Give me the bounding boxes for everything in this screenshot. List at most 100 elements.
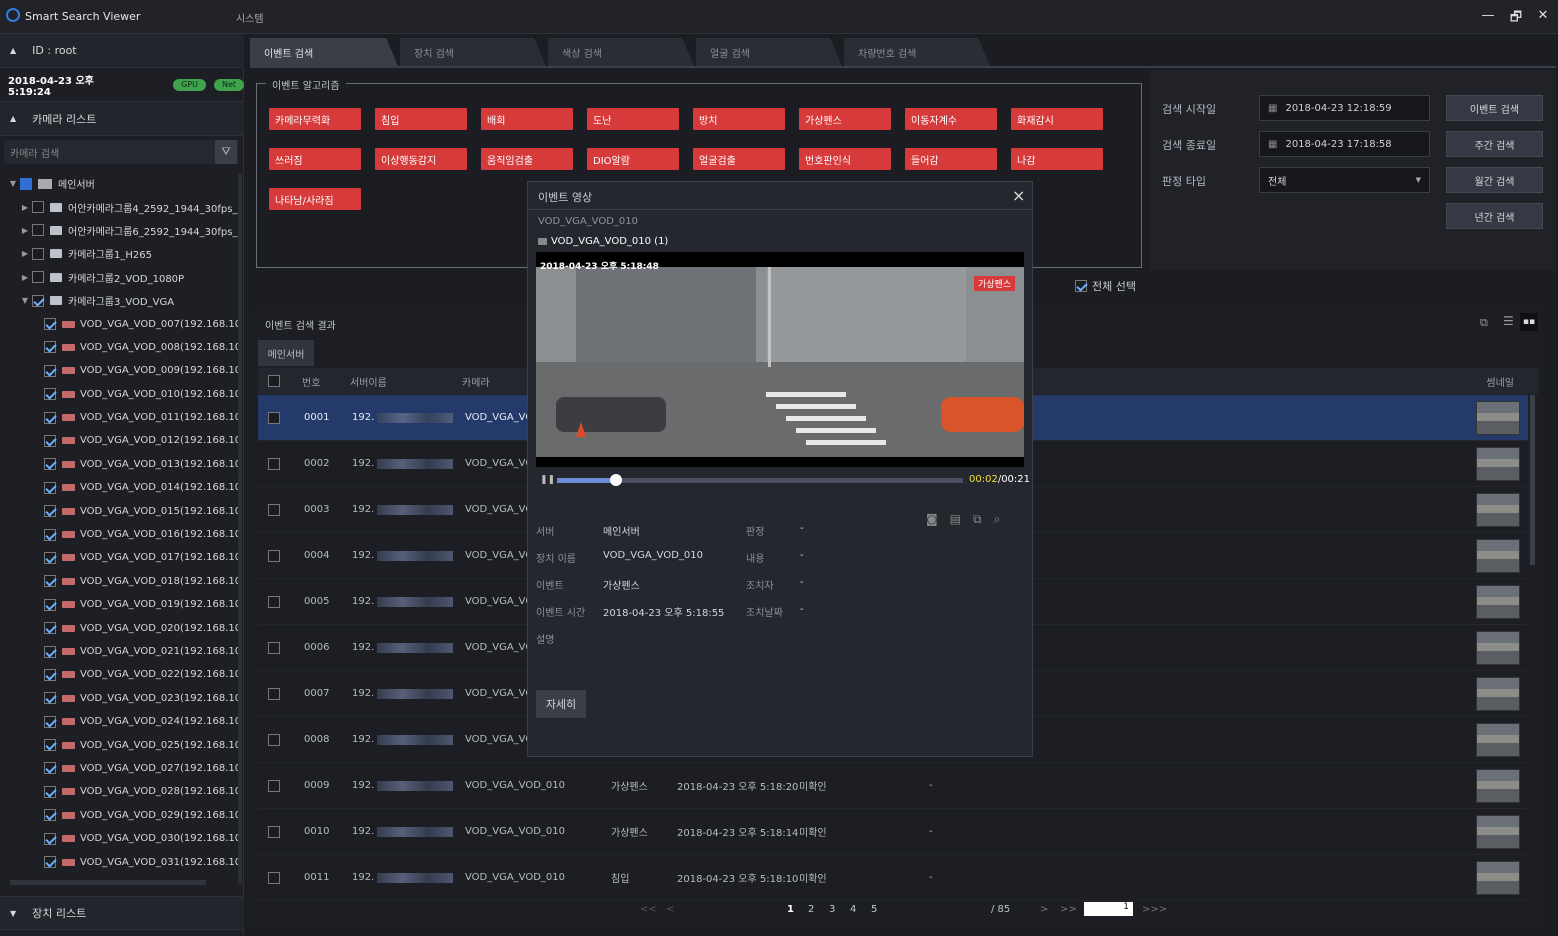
close-icon[interactable]: × xyxy=(1012,186,1025,205)
chevron-down-icon[interactable]: ▼ xyxy=(18,296,32,305)
row-checkbox[interactable] xyxy=(268,549,280,562)
list-view-icon[interactable]: ☰ xyxy=(1503,314,1514,328)
end-date-field[interactable]: ▦ 2018-04-23 17:18:58 xyxy=(1259,131,1430,157)
camera-search-input[interactable]: 카메라 검색 xyxy=(4,140,238,164)
type-select[interactable]: 전체 ▼ xyxy=(1259,167,1430,193)
checkbox[interactable] xyxy=(44,528,56,541)
checkbox[interactable] xyxy=(44,364,56,377)
tab-plate-search[interactable]: 차량번호 검색 xyxy=(844,38,990,66)
row-checkbox[interactable] xyxy=(268,641,280,654)
algorithm-button[interactable]: 들어감 xyxy=(905,148,997,170)
thumbnail[interactable] xyxy=(1476,446,1520,481)
table-row[interactable]: 0010 192. VOD_VGA_VOD_010 가상펜스 2018-04-2… xyxy=(258,809,1528,855)
tree-camera[interactable]: VOD_VGA_VOD_016(192.168.108. xyxy=(6,523,238,546)
monthly-search-button[interactable]: 월간 검색 xyxy=(1446,167,1543,193)
checkbox[interactable] xyxy=(32,247,44,260)
chevron-right-icon[interactable]: ▶ xyxy=(18,203,32,212)
checkbox[interactable] xyxy=(44,575,56,588)
tree-camera[interactable]: VOD_VGA_VOD_025(192.168.108. xyxy=(6,733,238,756)
last-page-button[interactable]: >>> xyxy=(1142,904,1167,915)
thumbnail[interactable] xyxy=(1476,538,1520,573)
next-block-button[interactable]: >> xyxy=(1060,904,1077,915)
page-number[interactable]: 5 xyxy=(871,904,877,915)
row-checkbox[interactable] xyxy=(268,457,280,470)
tree-camera[interactable]: VOD_VGA_VOD_020(192.168.108. xyxy=(6,616,238,639)
algorithm-button[interactable]: 방치 xyxy=(693,108,785,130)
algorithm-button[interactable]: 화재감시 xyxy=(1011,108,1103,130)
page-number[interactable]: 3 xyxy=(829,904,835,915)
algorithm-button[interactable]: 쓰러짐 xyxy=(269,148,361,170)
checkbox[interactable] xyxy=(44,411,56,424)
export-icon[interactable]: ⧉ xyxy=(1480,316,1488,330)
pause-icon[interactable]: ❚❚ xyxy=(540,475,555,485)
grid-view-icon[interactable]: ▪▪ xyxy=(1520,313,1538,331)
row-checkbox[interactable] xyxy=(268,825,280,838)
tree-camera[interactable]: VOD_VGA_VOD_023(192.168.108. xyxy=(6,687,238,710)
tree-camera[interactable]: VOD_VGA_VOD_022(192.168.108. xyxy=(6,663,238,686)
tree-camera[interactable]: VOD_VGA_VOD_009(192.168.108. xyxy=(6,359,238,382)
checkbox[interactable] xyxy=(44,762,56,775)
header-checkbox[interactable] xyxy=(268,375,280,387)
tree-camera[interactable]: VOD_VGA_VOD_027(192.168.108. xyxy=(6,757,238,780)
thumbnail[interactable] xyxy=(1476,722,1520,757)
tree-root[interactable]: ▼ 메인서버 xyxy=(6,172,238,195)
checkbox[interactable] xyxy=(32,224,44,237)
checkbox[interactable] xyxy=(44,505,56,518)
algorithm-button[interactable]: 얼굴검출 xyxy=(693,148,785,170)
thumbnail[interactable] xyxy=(1476,814,1520,849)
row-checkbox[interactable] xyxy=(268,687,280,700)
thumbnail[interactable] xyxy=(1476,492,1520,527)
restore-button[interactable]: 🗗 xyxy=(1506,8,1526,30)
server-tab[interactable]: 메인서버 xyxy=(258,340,314,366)
checkbox[interactable] xyxy=(44,668,56,681)
tree-camera[interactable]: VOD_VGA_VOD_010(192.168.108. xyxy=(6,383,238,406)
tree-camera[interactable]: VOD_VGA_VOD_008(192.168.108. xyxy=(6,336,238,359)
chevron-right-icon[interactable]: ▶ xyxy=(18,273,32,282)
thumbnail[interactable] xyxy=(1476,630,1520,665)
first-page-button[interactable]: << xyxy=(640,904,657,915)
tree-group[interactable]: ▶ 카메라그룹1_H265 xyxy=(6,242,238,265)
tree-camera[interactable]: VOD_VGA_VOD_024(192.168.108. xyxy=(6,710,238,733)
checkbox[interactable] xyxy=(32,271,44,284)
memo-icon[interactable]: ▤ xyxy=(950,512,961,527)
algorithm-button[interactable]: 배회 xyxy=(481,108,573,130)
event-search-button[interactable]: 이벤트 검색 xyxy=(1446,95,1543,121)
tree-group[interactable]: ▶ 카메라그룹2_VOD_1080P xyxy=(6,266,238,289)
row-checkbox[interactable] xyxy=(268,871,280,884)
algorithm-button[interactable]: 침입 xyxy=(375,108,467,130)
thumbnail[interactable] xyxy=(1476,676,1520,711)
tree-camera[interactable]: VOD_VGA_VOD_017(192.168.108. xyxy=(6,546,238,569)
chevron-right-icon[interactable]: ▶ xyxy=(18,226,32,235)
algorithm-button[interactable]: 나감 xyxy=(1011,148,1103,170)
checkbox[interactable] xyxy=(44,598,56,611)
page-number[interactable]: 1 xyxy=(787,904,794,915)
select-all[interactable]: 전체 선택 xyxy=(1075,278,1136,294)
page-input[interactable]: 1 xyxy=(1084,902,1133,916)
tab-device-search[interactable]: 장치 검색 xyxy=(400,38,546,66)
chevron-right-icon[interactable]: ▶ xyxy=(18,249,32,258)
algorithm-button[interactable]: 움직임검출 xyxy=(481,148,573,170)
export-icon[interactable]: ⧉ xyxy=(973,512,982,527)
algorithm-button[interactable]: 이동자계수 xyxy=(905,108,997,130)
checkbox[interactable] xyxy=(44,318,56,331)
checkbox[interactable] xyxy=(20,177,32,190)
page-number[interactable]: 2 xyxy=(808,904,814,915)
algorithm-button[interactable]: 가상펜스 xyxy=(799,108,891,130)
minimize-button[interactable]: — xyxy=(1478,8,1498,23)
start-date-field[interactable]: ▦ 2018-04-23 12:18:59 xyxy=(1259,95,1430,121)
user-header[interactable]: ▲ ID : root xyxy=(0,34,244,68)
menu-system[interactable]: 시스템 xyxy=(236,10,264,25)
tree-camera[interactable]: VOD_VGA_VOD_031(192.168.108. xyxy=(6,850,238,873)
checkbox[interactable] xyxy=(44,434,56,447)
thumbnail[interactable] xyxy=(1476,860,1520,895)
tree-camera[interactable]: VOD_VGA_VOD_011(192.168.108. xyxy=(6,406,238,429)
algorithm-button[interactable]: 도난 xyxy=(587,108,679,130)
tree-camera[interactable]: VOD_VGA_VOD_007(192.168.108. xyxy=(6,312,238,335)
tree-camera[interactable]: VOD_VGA_VOD_019(192.168.108. xyxy=(6,593,238,616)
tree-camera[interactable]: VOD_VGA_VOD_028(192.168.108. xyxy=(6,780,238,803)
search-icon[interactable]: ⌕ xyxy=(994,512,1001,527)
page-number[interactable]: 4 xyxy=(850,904,856,915)
progress-handle[interactable] xyxy=(609,474,622,486)
snapshot-icon[interactable]: ◙ xyxy=(926,512,938,527)
algorithm-button[interactable]: 번호판인식 xyxy=(799,148,891,170)
